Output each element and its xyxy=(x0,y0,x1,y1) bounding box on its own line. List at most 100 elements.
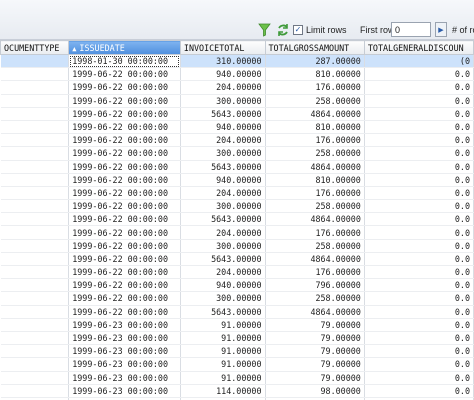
table-cell-issuedate[interactable]: 1999-06-22 00:00:00 xyxy=(68,133,181,148)
table-cell-ocumenttype[interactable] xyxy=(0,291,70,306)
table-cell-invoicetotal[interactable]: 204.00000 xyxy=(180,186,266,201)
table-cell-invoicetotal[interactable]: 5643.00000 xyxy=(180,160,266,174)
table-cell-totalgrossamount[interactable]: 796.00000 xyxy=(265,278,365,293)
table-cell-totalgrossamount[interactable]: 176.00000 xyxy=(265,186,365,201)
table-cell-totalgeneraldiscoun[interactable]: 0.0 xyxy=(364,199,474,214)
table-cell-invoicetotal[interactable]: 5643.00000 xyxy=(180,305,266,319)
table-cell-totalgeneraldiscoun[interactable]: 0.0 xyxy=(364,318,474,332)
table-cell-totalgrossamount[interactable]: 4864.00000 xyxy=(265,252,365,267)
table-cell-totalgrossamount[interactable]: 810.00000 xyxy=(265,173,365,187)
table-cell-totalgeneraldiscoun[interactable]: 0.0 xyxy=(364,278,474,293)
table-row[interactable]: 1998-01-30 00:00:00 310.00000 287.00000 (0 xyxy=(0,54,474,69)
table-row[interactable]: 1999-06-22 00:00:00 5643.00000 4864.00000 0… xyxy=(0,252,474,267)
table-cell-invoicetotal[interactable]: 310.00000 xyxy=(180,54,266,69)
table-row[interactable]: 1999-06-22 00:00:00 300.00000 258.00000 0.0 xyxy=(0,146,474,161)
table-cell-ocumenttype[interactable] xyxy=(0,371,70,385)
results-grid[interactable]: OCUMENTTYPE ▲ ISSUEDATE INVOICETOTAL TOTALGR… xyxy=(0,40,474,400)
table-cell-issuedate[interactable]: 1999-06-22 00:00:00 xyxy=(68,278,181,293)
table-cell-totalgrossamount[interactable]: 4864.00000 xyxy=(265,305,365,319)
table-cell-totalgrossamount[interactable]: 176.00000 xyxy=(265,225,365,240)
table-cell-issuedate[interactable]: 1999-06-22 00:00:00 xyxy=(68,80,181,95)
table-cell-totalgeneraldiscoun[interactable]: 0.0 xyxy=(364,186,474,201)
table-cell-ocumenttype[interactable] xyxy=(0,265,70,280)
table-cell-issuedate[interactable]: 1999-06-22 00:00:00 xyxy=(68,265,181,280)
column-header-invoicetotal[interactable]: INVOICETOTAL xyxy=(179,40,266,55)
table-cell-totalgeneraldiscoun[interactable]: 0.0 xyxy=(364,305,474,319)
table-row[interactable]: 1999-06-23 00:00:00 91.00000 79.00000 0.0 xyxy=(0,331,474,346)
table-cell-issuedate[interactable]: 1999-06-23 00:00:00 xyxy=(68,357,181,372)
table-cell-totalgrossamount[interactable]: 176.00000 xyxy=(265,80,365,95)
table-cell-issuedate[interactable]: 1999-06-22 00:00:00 xyxy=(68,186,181,201)
table-cell-issuedate[interactable]: 1999-06-23 00:00:00 xyxy=(68,384,181,398)
table-cell-totalgeneraldiscoun[interactable]: 0.0 xyxy=(364,133,474,148)
table-cell-invoicetotal[interactable]: 300.00000 xyxy=(180,94,266,108)
table-cell-ocumenttype[interactable] xyxy=(0,133,70,148)
table-cell-ocumenttype[interactable] xyxy=(0,357,70,372)
table-row[interactable]: 1999-06-22 00:00:00 300.00000 258.00000 0.0 xyxy=(0,199,474,214)
table-cell-totalgeneraldiscoun[interactable]: 0.0 xyxy=(364,225,474,240)
table-row[interactable]: 1999-06-22 00:00:00 204.00000 176.00000 0.0 xyxy=(0,80,474,95)
table-cell-invoicetotal[interactable]: 940.00000 xyxy=(180,67,266,82)
table-cell-invoicetotal[interactable]: 5643.00000 xyxy=(180,212,266,227)
table-cell-invoicetotal[interactable]: 91.00000 xyxy=(180,357,266,372)
table-cell-ocumenttype[interactable] xyxy=(0,252,70,267)
table-cell-ocumenttype[interactable] xyxy=(0,107,70,121)
table-cell-invoicetotal[interactable]: 300.00000 xyxy=(180,291,266,306)
table-cell-issuedate[interactable]: 1999-06-22 00:00:00 xyxy=(68,239,181,253)
next-page-button[interactable]: ▶ xyxy=(435,22,447,37)
table-cell-totalgrossamount[interactable]: 176.00000 xyxy=(265,133,365,148)
table-cell-ocumenttype[interactable] xyxy=(0,67,70,82)
table-row[interactable]: 1999-06-22 00:00:00 940.00000 810.00000 0.0 xyxy=(0,67,474,82)
table-cell-ocumenttype[interactable] xyxy=(0,186,70,201)
column-header-totalgeneraldiscoun[interactable]: TOTALGENERALDISCOUN xyxy=(363,40,474,55)
table-cell-issuedate[interactable]: 1999-06-22 00:00:00 xyxy=(68,199,181,214)
table-cell-totalgeneraldiscoun[interactable]: 0.0 xyxy=(364,212,474,227)
table-cell-ocumenttype[interactable] xyxy=(0,120,70,135)
table-row[interactable]: 1999-06-22 00:00:00 5643.00000 4864.00000 0… xyxy=(0,305,474,319)
table-cell-totalgeneraldiscoun[interactable]: (0 xyxy=(364,54,474,69)
table-cell-issuedate[interactable]: 1999-06-23 00:00:00 xyxy=(68,371,181,385)
table-cell-totalgeneraldiscoun[interactable]: 0.0 xyxy=(364,80,474,95)
table-cell-ocumenttype[interactable] xyxy=(0,160,70,174)
table-cell-totalgrossamount[interactable]: 176.00000 xyxy=(265,265,365,280)
table-cell-ocumenttype[interactable] xyxy=(0,212,70,227)
table-cell-totalgrossamount[interactable]: 258.00000 xyxy=(265,94,365,108)
table-cell-invoicetotal[interactable]: 91.00000 xyxy=(180,371,266,385)
refresh-icon[interactable] xyxy=(276,20,290,40)
table-cell-invoicetotal[interactable]: 91.00000 xyxy=(180,318,266,332)
table-cell-ocumenttype[interactable] xyxy=(0,318,70,332)
table-cell-invoicetotal[interactable]: 204.00000 xyxy=(180,225,266,240)
table-cell-invoicetotal[interactable]: 5643.00000 xyxy=(180,107,266,121)
table-row[interactable]: 1999-06-23 00:00:00 91.00000 79.00000 0.0 xyxy=(0,318,474,332)
table-cell-totalgrossamount[interactable]: 287.00000 xyxy=(265,54,365,69)
table-cell-ocumenttype[interactable] xyxy=(0,146,70,161)
table-cell-totalgeneraldiscoun[interactable]: 0.0 xyxy=(364,67,474,82)
table-row[interactable]: 1999-06-23 00:00:00 91.00000 79.00000 0.0 xyxy=(0,344,474,359)
table-cell-totalgrossamount[interactable]: 810.00000 xyxy=(265,67,365,82)
column-header-ocumenttype[interactable]: OCUMENTTYPE xyxy=(0,40,70,55)
table-cell-invoicetotal[interactable]: 5643.00000 xyxy=(180,252,266,267)
table-cell-totalgeneraldiscoun[interactable]: 0.0 xyxy=(364,94,474,108)
table-cell-totalgrossamount[interactable]: 258.00000 xyxy=(265,291,365,306)
table-row[interactable]: 1999-06-23 00:00:00 91.00000 79.00000 0.0 xyxy=(0,371,474,385)
table-cell-invoicetotal[interactable]: 940.00000 xyxy=(180,173,266,187)
table-cell-totalgeneraldiscoun[interactable]: 0.0 xyxy=(364,357,474,372)
table-cell-ocumenttype[interactable] xyxy=(0,239,70,253)
table-cell-issuedate[interactable]: 1999-06-22 00:00:00 xyxy=(68,160,181,174)
table-row[interactable]: 1999-06-22 00:00:00 204.00000 176.00000 0.0 xyxy=(0,225,474,240)
table-cell-ocumenttype[interactable] xyxy=(0,278,70,293)
table-cell-totalgrossamount[interactable]: 258.00000 xyxy=(265,239,365,253)
table-cell-totalgeneraldiscoun[interactable]: 0.0 xyxy=(364,384,474,398)
table-cell-issuedate[interactable]: 1999-06-23 00:00:00 xyxy=(68,331,181,346)
first-row-input[interactable]: 0 xyxy=(391,22,431,37)
table-cell-invoicetotal[interactable]: 300.00000 xyxy=(180,239,266,253)
table-cell-issuedate[interactable]: 1999-06-23 00:00:00 xyxy=(68,318,181,332)
table-cell-totalgeneraldiscoun[interactable]: 0.0 xyxy=(364,344,474,359)
table-cell-invoicetotal[interactable]: 204.00000 xyxy=(180,80,266,95)
table-cell-invoicetotal[interactable]: 300.00000 xyxy=(180,146,266,161)
table-row[interactable]: 1999-06-22 00:00:00 204.00000 176.00000 0.0 xyxy=(0,186,474,201)
table-cell-issuedate[interactable]: 1999-06-22 00:00:00 xyxy=(68,291,181,306)
table-cell-totalgrossamount[interactable]: 79.00000 xyxy=(265,331,365,346)
table-cell-issuedate[interactable]: 1999-06-22 00:00:00 xyxy=(68,252,181,267)
table-cell-totalgrossamount[interactable]: 4864.00000 xyxy=(265,160,365,174)
